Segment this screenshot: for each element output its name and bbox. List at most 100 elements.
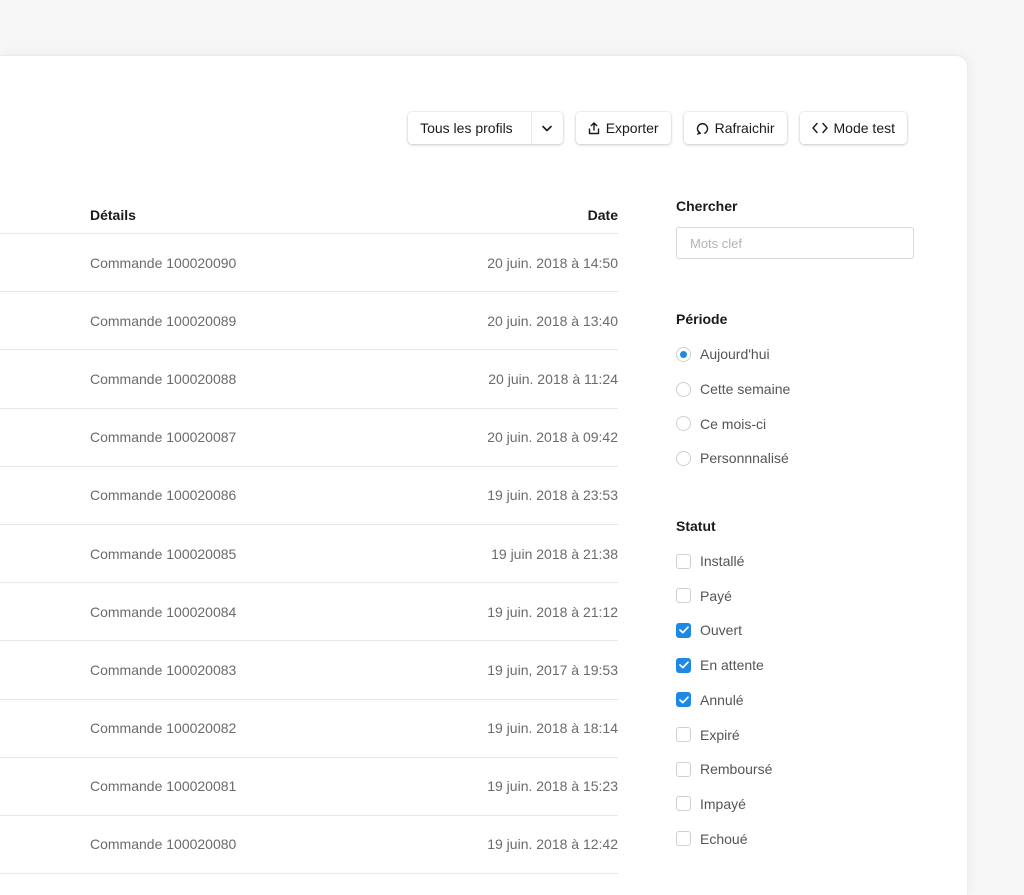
search-title: Chercher [676,198,738,214]
status-option[interactable]: Echoué [676,821,914,856]
order-details: Commande 100020089 [90,312,237,329]
checkmark-icon [678,696,689,704]
status-option-label: Echoué [700,830,748,847]
period-radio[interactable] [676,346,691,362]
status-title: Statut [676,517,716,534]
status-option-label: En attente [700,657,764,674]
period-option[interactable]: Aujourd'hui [676,337,914,372]
status-checkbox[interactable] [676,588,691,604]
period-options: Aujourd'hui Cette semaine Ce mois-ci Person… [676,337,914,476]
order-date: 19 juin. 2018 à 23:53 [487,487,618,504]
column-header-date[interactable]: Date [588,207,618,223]
refresh-label: Rafraichir [714,120,775,136]
order-date: 20 juin. 2018 à 09:42 [487,429,618,446]
order-details: Commande 100020087 [90,429,237,446]
order-details: Commande 100020086 [90,487,237,504]
period-option-label: Personnnalisé [700,450,789,467]
order-date: 19 juin. 2018 à 15:23 [487,778,618,795]
table-row[interactable]: Commande 100020081 19 juin. 2018 à 15:23 [0,758,618,816]
order-details: Commande 100020083 [90,661,237,678]
filter-sidebar: Chercher Période Aujourd'hui Cette semain… [676,196,914,856]
status-option-label: Installé [700,553,745,570]
refresh-button[interactable]: Rafraichir [683,112,787,144]
chevron-down-icon[interactable] [530,112,563,144]
toolbar: Tous les profils Exporter Rafraichir Mod… [408,112,907,144]
profiles-label[interactable]: Tous les profils [408,112,525,144]
period-option-label: Aujourd'hui [700,346,770,363]
order-date: 19 juin. 2018 à 12:42 [487,836,618,853]
status-checkbox[interactable] [676,727,691,743]
status-option-label: Impayé [700,795,746,812]
order-date: 19 juin, 2017 à 19:53 [487,661,618,678]
status-option-label: Expiré [700,726,740,743]
table-body: Commande 100020090 20 juin. 2018 à 14:50 C… [0,234,618,875]
export-button[interactable]: Exporter [575,112,671,144]
table-row[interactable]: Commande 100020084 19 juin. 2018 à 21:12 [0,583,618,642]
period-option[interactable]: Ce mois-ci [676,406,914,441]
status-checkbox[interactable] [676,796,691,812]
order-date: 19 juin. 2018 à 21:12 [487,603,618,620]
period-radio[interactable] [676,416,691,432]
status-option[interactable]: Impayé [676,787,914,822]
order-details: Commande 100020090 [90,254,237,271]
table-row[interactable]: Commande 100020089 20 juin. 2018 à 13:40 [0,292,618,351]
order-date: 19 juin 2018 à 21:38 [491,545,618,562]
table-row[interactable]: Commande 100020085 19 juin 2018 à 21:38 [0,525,618,584]
order-date: 19 juin. 2018 à 18:14 [487,720,618,737]
order-details: Commande 100020082 [90,720,237,737]
period-radio[interactable] [676,450,691,466]
status-checkbox[interactable] [676,761,691,777]
status-option-label: Remboursé [700,761,773,778]
status-option[interactable]: Annulé [676,683,914,718]
period-option-label: Ce mois-ci [700,415,767,432]
profiles-dropdown[interactable]: Tous les profils [408,112,563,144]
code-icon [811,122,828,134]
checkmark-icon [678,661,689,669]
status-option[interactable]: Expiré [676,717,914,752]
period-option[interactable]: Personnnalisé [676,441,914,476]
order-date: 20 juin. 2018 à 11:24 [488,370,618,387]
status-option[interactable]: Payé [676,578,914,613]
order-details: Commande 100020081 [90,778,237,795]
order-date: 20 juin. 2018 à 14:50 [487,254,618,271]
status-option-label: Payé [700,587,732,604]
table-row[interactable]: Commande 100020080 19 juin. 2018 à 12:42 [0,816,618,875]
period-title: Période [676,311,728,327]
status-option[interactable]: En attente [676,648,914,683]
table-header: Détails Date [0,196,618,234]
refresh-icon [696,122,709,135]
status-option[interactable]: Installé [676,544,914,579]
status-option[interactable]: Ouvert [676,613,914,648]
table-row[interactable]: Commande 100020087 20 juin. 2018 à 09:42 [0,409,618,467]
table-row[interactable]: Commande 100020090 20 juin. 2018 à 14:50 [0,234,618,293]
status-checkbox[interactable] [676,831,691,847]
status-options: Installé Payé Ouvert En attente Annulé Expiré… [676,544,914,856]
status-checkbox[interactable] [676,553,691,569]
period-option-label: Cette semaine [700,381,791,398]
order-details: Commande 100020080 [90,836,237,853]
orders-panel: Tous les profils Exporter Rafraichir Mod… [0,55,968,895]
table-row[interactable]: Commande 100020086 19 juin. 2018 à 23:53 [0,467,618,525]
order-details: Commande 100020084 [90,603,237,620]
status-checkbox[interactable] [676,692,691,708]
status-checkbox[interactable] [676,657,691,673]
export-icon [588,121,600,135]
status-option[interactable]: Remboursé [676,752,914,787]
table-row[interactable]: Commande 100020082 19 juin. 2018 à 18:14 [0,700,618,758]
test-mode-button[interactable]: Mode test [799,112,907,144]
orders-table: Détails Date Commande 100020090 20 juin. … [0,196,618,875]
test-mode-label: Mode test [833,120,895,136]
period-radio[interactable] [676,381,691,397]
checkmark-icon [678,626,689,634]
order-date: 20 juin. 2018 à 13:40 [487,312,618,329]
order-details: Commande 100020085 [90,545,237,562]
column-header-details[interactable]: Détails [90,207,136,223]
export-label: Exporter [605,120,659,136]
status-option-label: Annulé [700,691,744,708]
period-option[interactable]: Cette semaine [676,372,914,407]
table-row[interactable]: Commande 100020083 19 juin, 2017 à 19:53 [0,641,618,700]
search-input[interactable] [676,227,914,259]
table-row[interactable]: Commande 100020088 20 juin. 2018 à 11:24 [0,350,618,409]
status-checkbox[interactable] [676,622,691,638]
order-details: Commande 100020088 [90,370,237,387]
